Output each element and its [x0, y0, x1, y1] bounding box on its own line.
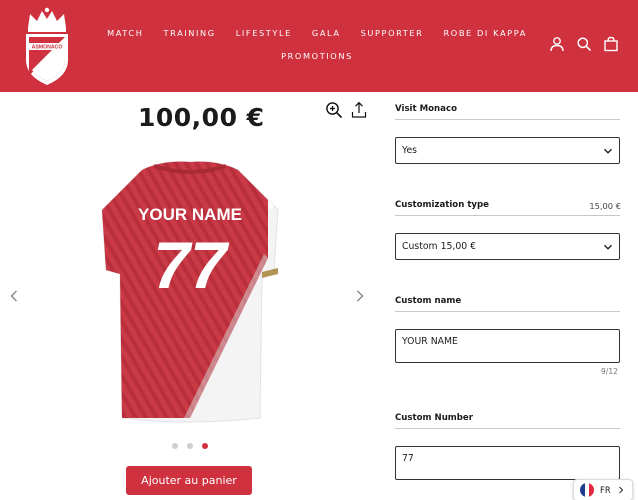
as-monaco-logo[interactable]: ASMONACO [20, 6, 74, 86]
language-code: FR [600, 485, 611, 495]
nav-item-match[interactable]: MATCH [97, 26, 153, 41]
nav-item-training[interactable]: TRAINING [154, 26, 226, 41]
custom-name-counter: 9/12 [600, 367, 618, 376]
divider [395, 119, 620, 120]
user-icon[interactable] [549, 36, 565, 52]
divider [395, 428, 620, 429]
visit-monaco-label: Visit Monaco [395, 104, 457, 114]
divider [395, 215, 620, 216]
gallery-dots [172, 443, 208, 449]
custom-number-input[interactable]: 77 [395, 446, 620, 480]
main-nav: MATCH TRAINING LIFESTYLE GALA SUPPORTER … [107, 26, 525, 64]
gallery-dot[interactable] [187, 443, 193, 449]
product-gallery: YOUR NAME 77 [0, 148, 384, 433]
customization-price: 15,00 € [589, 201, 621, 211]
chevron-down-icon [604, 244, 612, 250]
nav-item-lifestyle[interactable]: LIFESTYLE [226, 26, 302, 41]
custom-number-value: 77 [402, 453, 414, 464]
nav-item-robe-di-kappa[interactable]: ROBE DI KAPPA [433, 26, 536, 41]
custom-name-input[interactable]: YOUR NAME [395, 329, 620, 363]
search-icon[interactable] [576, 36, 592, 52]
nav-item-gala[interactable]: GALA [302, 26, 351, 41]
gallery-dot[interactable] [172, 443, 178, 449]
jersey-image: YOUR NAME 77 [101, 161, 279, 423]
language-switcher[interactable]: FR [573, 479, 633, 500]
chevron-right-icon [618, 486, 623, 494]
chevron-left-icon[interactable] [7, 289, 21, 303]
site-header: ASMONACO MATCH TRAINING LIFESTYLE GALA S… [0, 0, 638, 92]
custom-name-label: Custom name [395, 296, 462, 306]
share-icon[interactable] [351, 101, 367, 119]
visit-monaco-value: Yes [402, 145, 418, 156]
customization-type-label: Customization type [395, 200, 490, 210]
jersey-number-text: 77 [153, 228, 230, 302]
add-to-cart-button[interactable]: Ajouter au panier [126, 466, 252, 495]
custom-name-value: YOUR NAME [402, 336, 458, 347]
product-price: 100,00 € [138, 103, 265, 132]
zoom-in-icon[interactable] [325, 101, 343, 119]
customization-type-select[interactable]: Custom 15,00 € [395, 233, 620, 260]
nav-row-primary: MATCH TRAINING LIFESTYLE GALA SUPPORTER … [107, 26, 525, 41]
custom-number-label: Custom Number [395, 413, 473, 423]
visit-monaco-select[interactable]: Yes [395, 137, 620, 164]
divider [395, 311, 620, 312]
nav-item-supporter[interactable]: SUPPORTER [351, 26, 434, 41]
gallery-dot-active[interactable] [202, 443, 208, 449]
logo-text: ASMONACO [32, 45, 63, 51]
jersey-name-text: YOUR NAME [138, 205, 242, 224]
chevron-down-icon [604, 148, 612, 154]
nav-item-promotions[interactable]: PROMOTIONS [271, 49, 363, 64]
french-flag-icon [580, 483, 594, 497]
cart-icon[interactable] [603, 36, 619, 52]
chevron-right-icon[interactable] [353, 289, 367, 303]
customization-type-value: Custom 15,00 € [402, 241, 477, 252]
nav-row-secondary: PROMOTIONS [112, 49, 522, 64]
